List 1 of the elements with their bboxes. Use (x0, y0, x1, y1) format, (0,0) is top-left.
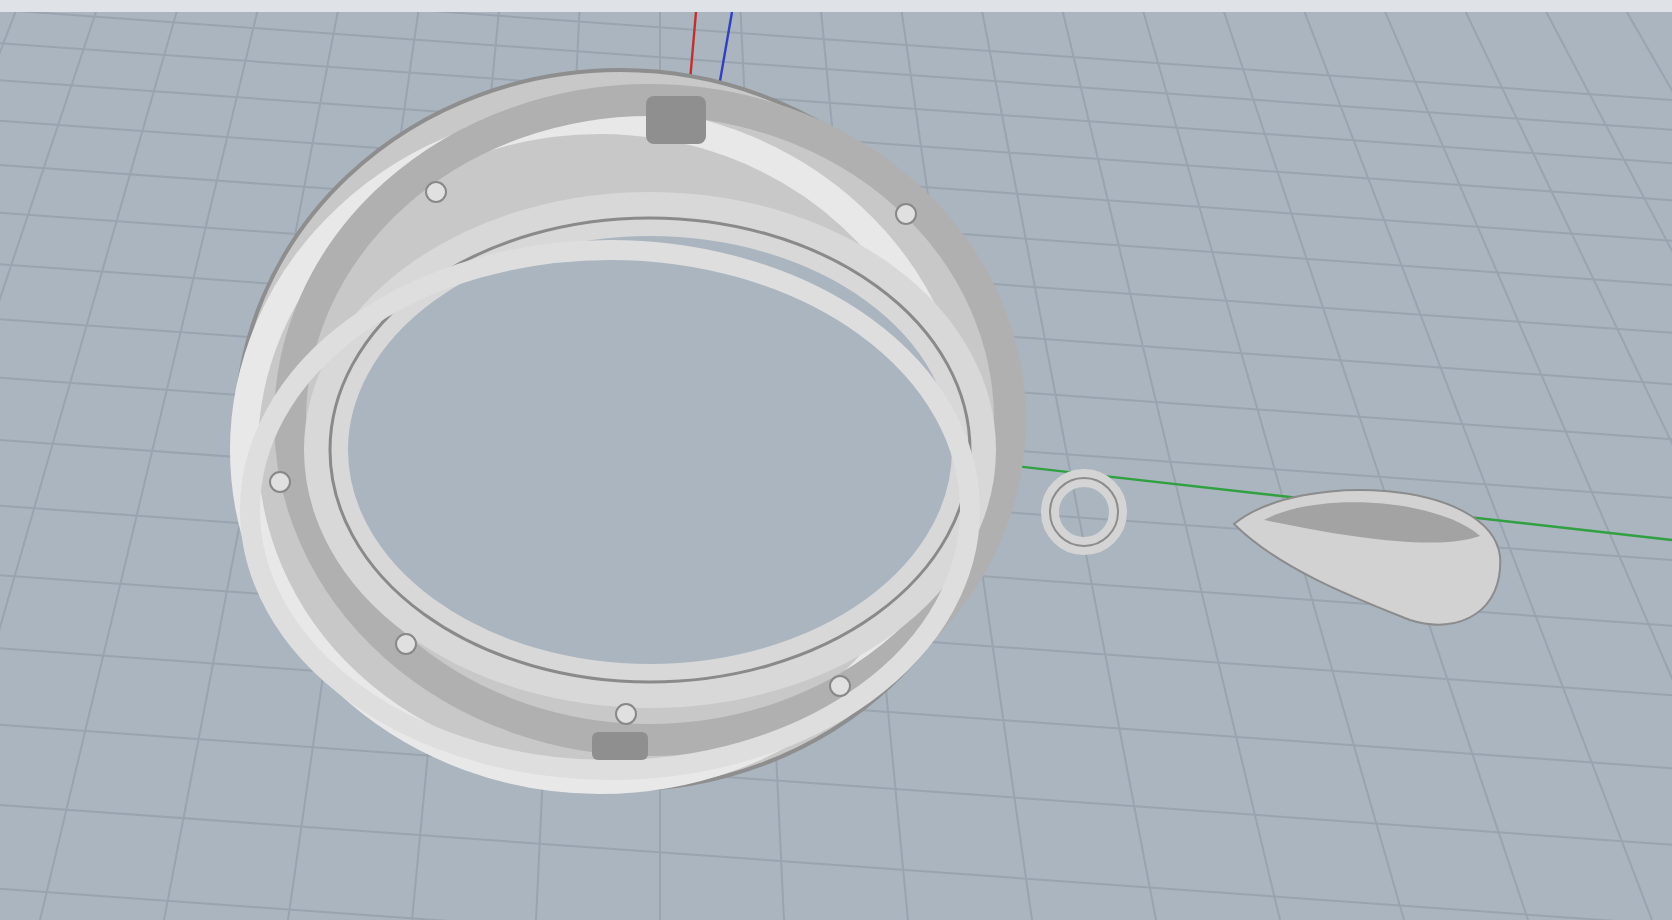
jump-ring-drawing (1041, 469, 1127, 555)
